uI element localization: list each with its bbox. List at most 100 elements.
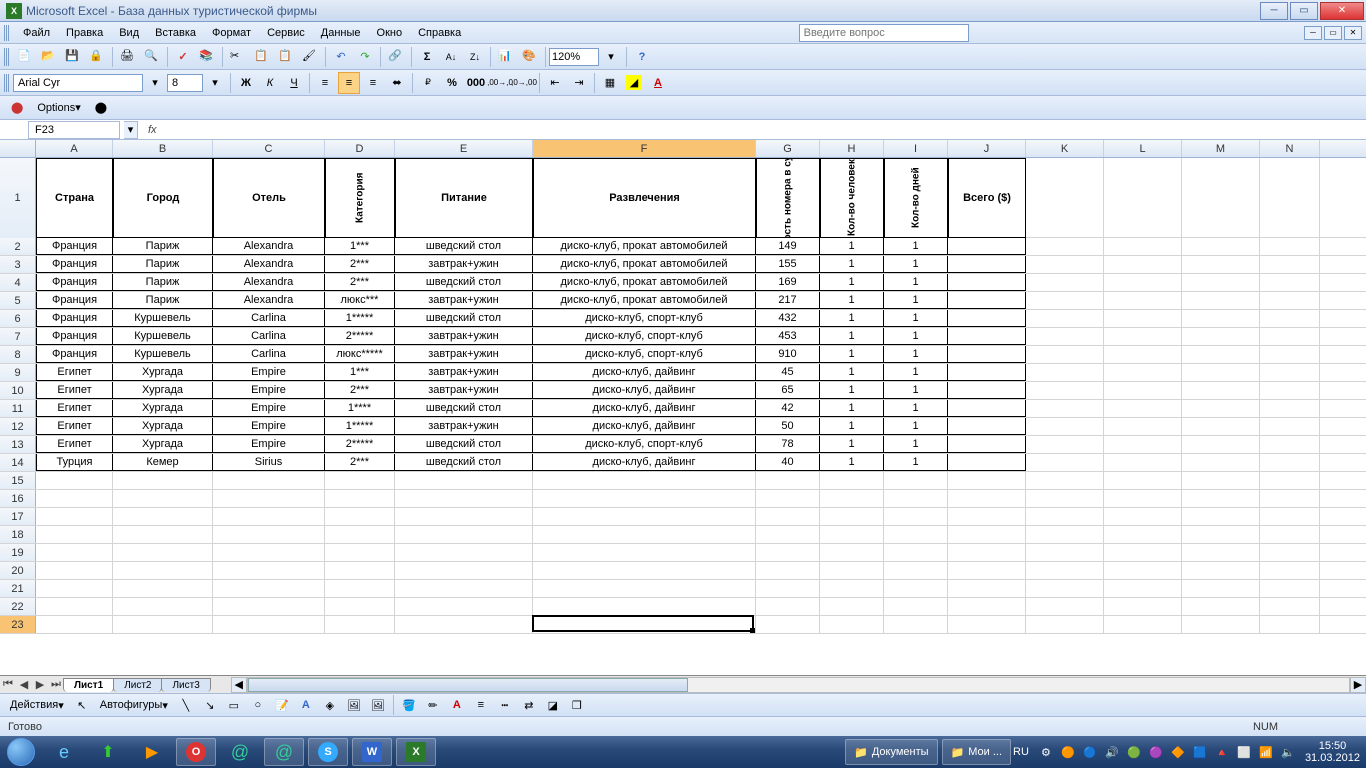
row-header[interactable]: 3 [0, 256, 36, 273]
fx-icon[interactable]: fx [148, 124, 157, 136]
data-cell[interactable]: Франция [36, 310, 113, 327]
header-cell[interactable]: Категория [325, 158, 395, 238]
data-cell[interactable]: 1 [820, 364, 884, 381]
data-cell[interactable]: 1 [820, 310, 884, 327]
data-cell[interactable]: Куршевель [113, 346, 213, 363]
data-cell[interactable] [948, 292, 1026, 309]
data-cell[interactable]: Alexandra [213, 292, 325, 309]
data-cell[interactable]: Хургада [113, 436, 213, 453]
data-cell[interactable] [1104, 454, 1182, 471]
shadow-button[interactable]: ◪ [542, 694, 564, 716]
data-cell[interactable]: диско-клуб, дайвинг [533, 382, 756, 399]
draw-actions-button[interactable]: Действия ▾ [5, 694, 69, 716]
row-header[interactable]: 22 [0, 598, 36, 615]
empty-cell[interactable] [756, 490, 820, 507]
data-cell[interactable]: Франция [36, 328, 113, 345]
data-cell[interactable]: 1 [884, 274, 948, 291]
new-button[interactable]: 📄 [14, 46, 36, 68]
data-cell[interactable]: Empire [213, 382, 325, 399]
data-cell[interactable]: диско-клуб, прокат автомобилей [533, 292, 756, 309]
empty-cell[interactable] [395, 580, 533, 597]
empty-cell[interactable] [1260, 526, 1320, 543]
data-cell[interactable] [1182, 454, 1260, 471]
row-header[interactable]: 11 [0, 400, 36, 417]
data-cell[interactable]: 50 [756, 418, 820, 435]
column-header-B[interactable]: B [113, 140, 213, 157]
empty-cell[interactable] [884, 526, 948, 543]
data-cell[interactable]: 2***** [325, 436, 395, 453]
empty-cell[interactable] [1182, 562, 1260, 579]
empty-cell[interactable] [1104, 508, 1182, 525]
empty-cell[interactable] [948, 526, 1026, 543]
chart-button[interactable]: 📊 [495, 46, 517, 68]
data-cell[interactable]: диско-клуб, прокат автомобилей [533, 274, 756, 291]
data-cell[interactable] [1182, 328, 1260, 345]
ask-question-input[interactable] [799, 24, 969, 42]
empty-cell[interactable] [1026, 616, 1104, 633]
align-right-button[interactable]: ≡ [362, 72, 384, 94]
taskbar-word-icon[interactable]: W [352, 738, 392, 766]
empty-cell[interactable] [325, 544, 395, 561]
empty-cell[interactable] [325, 580, 395, 597]
empty-cell[interactable] [1260, 490, 1320, 507]
row-header[interactable]: 12 [0, 418, 36, 435]
tray-volume-icon[interactable]: 🔊 [1103, 743, 1121, 761]
data-cell[interactable]: 169 [756, 274, 820, 291]
data-cell[interactable]: 1***** [325, 310, 395, 327]
data-cell[interactable]: 1*** [325, 364, 395, 381]
header-cell[interactable]: Отель [213, 158, 325, 238]
borders-button[interactable]: ▦ [599, 72, 621, 94]
data-cell[interactable] [1260, 238, 1320, 255]
data-cell[interactable] [1026, 292, 1104, 309]
data-cell[interactable] [948, 310, 1026, 327]
empty-cell[interactable] [1104, 598, 1182, 615]
autoshapes-button[interactable]: Автофигуры ▾ [95, 694, 173, 716]
empty-cell[interactable] [948, 508, 1026, 525]
drawing-button[interactable]: 🎨 [519, 46, 541, 68]
empty-cell[interactable] [820, 616, 884, 633]
increase-decimal-button[interactable]: ,00→,0 [489, 72, 511, 94]
empty-cell[interactable] [1182, 472, 1260, 489]
tray-network-icon[interactable]: 📶 [1257, 743, 1275, 761]
data-cell[interactable] [1260, 364, 1320, 381]
row-header[interactable]: 7 [0, 328, 36, 345]
data-cell[interactable]: Париж [113, 238, 213, 255]
format-painter-button[interactable]: 🖌 [299, 46, 321, 68]
3d-button[interactable]: ❒ [566, 694, 588, 716]
empty-cell[interactable] [1182, 616, 1260, 633]
scroll-right-button[interactable]: ▶ [1350, 677, 1366, 693]
data-cell[interactable]: 1 [820, 436, 884, 453]
data-cell[interactable]: шведский стол [395, 400, 533, 417]
row-header[interactable]: 14 [0, 454, 36, 471]
empty-cell[interactable] [756, 598, 820, 615]
data-cell[interactable]: люкс***** [325, 346, 395, 363]
decrease-indent-button[interactable]: ⇤ [544, 72, 566, 94]
arrow-button[interactable]: ↘ [199, 694, 221, 716]
empty-cell[interactable] [36, 616, 113, 633]
open-button[interactable]: 📂 [38, 46, 60, 68]
data-cell[interactable] [1182, 256, 1260, 273]
empty-cell[interactable] [213, 580, 325, 597]
tab-nav-last[interactable]: ⏭ [48, 677, 64, 693]
data-cell[interactable] [1104, 274, 1182, 291]
menu-file[interactable]: Файл [15, 24, 58, 42]
empty-cell[interactable] [1182, 526, 1260, 543]
empty-cell[interactable] [1026, 598, 1104, 615]
empty-cell[interactable] [820, 508, 884, 525]
scroll-left-button[interactable]: ◀ [231, 677, 247, 693]
data-cell[interactable] [1104, 364, 1182, 381]
tray-icon[interactable]: 🔺 [1213, 743, 1231, 761]
data-cell[interactable] [948, 382, 1026, 399]
data-cell[interactable]: 2*** [325, 454, 395, 471]
data-cell[interactable]: 40 [756, 454, 820, 471]
font-color-button[interactable]: A [647, 72, 669, 94]
tray-icon[interactable]: 🟣 [1147, 743, 1165, 761]
data-cell[interactable]: Египет [36, 418, 113, 435]
empty-cell[interactable] [756, 580, 820, 597]
picture-button[interactable]: 🖼 [367, 694, 389, 716]
empty-cell[interactable] [756, 562, 820, 579]
data-cell[interactable]: Хургада [113, 382, 213, 399]
empty-cell[interactable] [1104, 616, 1182, 633]
underline-button[interactable]: Ч [283, 72, 305, 94]
line-button[interactable]: ╲ [175, 694, 197, 716]
